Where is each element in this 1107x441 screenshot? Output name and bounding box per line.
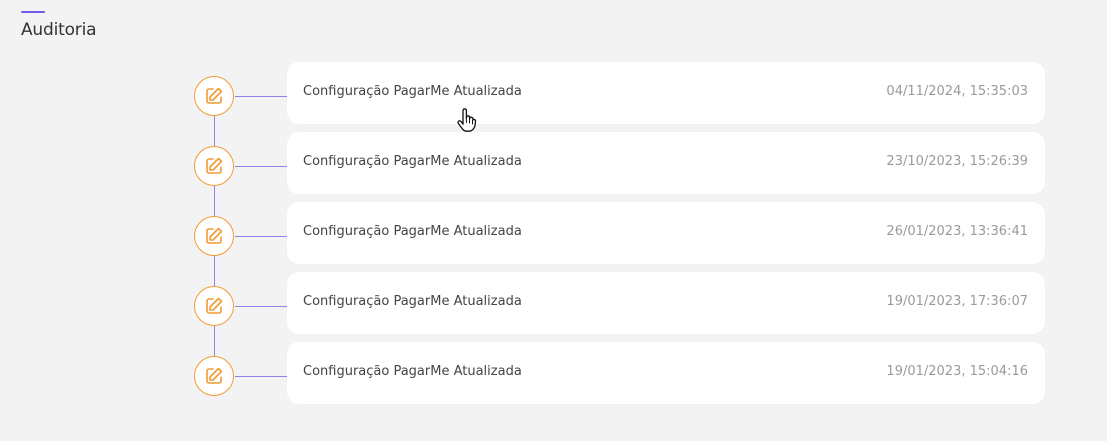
audit-card[interactable]: Configuração PagarMe Atualizada 19/01/20… <box>287 342 1045 404</box>
audit-entry: Configuração PagarMe Atualizada 19/01/20… <box>0 272 1107 334</box>
edit-icon <box>194 146 234 186</box>
timeline-connector <box>235 236 287 237</box>
hand-pointer-cursor-icon <box>456 108 478 134</box>
audit-entry: Configuração PagarMe Atualizada 19/01/20… <box>0 342 1107 404</box>
audit-datetime: 19/01/2023, 17:36:07 <box>886 294 1028 309</box>
audit-card[interactable]: Configuração PagarMe Atualizada 19/01/20… <box>287 272 1045 334</box>
audit-entry: Configuração PagarMe Atualizada 04/11/20… <box>0 62 1107 124</box>
timeline-connector <box>235 96 287 97</box>
audit-datetime: 26/01/2023, 13:36:41 <box>886 224 1028 239</box>
audit-description: Configuração PagarMe Atualizada <box>303 294 522 309</box>
timeline-connector <box>235 376 287 377</box>
edit-icon <box>194 356 234 396</box>
edit-icon <box>194 216 234 256</box>
audit-description: Configuração PagarMe Atualizada <box>303 154 522 169</box>
audit-entry: Configuração PagarMe Atualizada 26/01/20… <box>0 202 1107 264</box>
audit-entry: Configuração PagarMe Atualizada 23/10/20… <box>0 132 1107 194</box>
audit-description: Configuração PagarMe Atualizada <box>303 84 522 99</box>
timeline-connector <box>235 166 287 167</box>
audit-description: Configuração PagarMe Atualizada <box>303 224 522 239</box>
audit-description: Configuração PagarMe Atualizada <box>303 364 522 379</box>
audit-card[interactable]: Configuração PagarMe Atualizada 26/01/20… <box>287 202 1045 264</box>
audit-datetime: 23/10/2023, 15:26:39 <box>886 154 1028 169</box>
edit-icon <box>194 76 234 116</box>
edit-icon <box>194 286 234 326</box>
audit-datetime: 19/01/2023, 15:04:16 <box>886 364 1028 379</box>
audit-timeline: Configuração PagarMe Atualizada 04/11/20… <box>0 0 1107 441</box>
audit-card[interactable]: Configuração PagarMe Atualizada 04/11/20… <box>287 62 1045 124</box>
audit-datetime: 04/11/2024, 15:35:03 <box>886 84 1028 99</box>
audit-card[interactable]: Configuração PagarMe Atualizada 23/10/20… <box>287 132 1045 194</box>
timeline-connector <box>235 306 287 307</box>
